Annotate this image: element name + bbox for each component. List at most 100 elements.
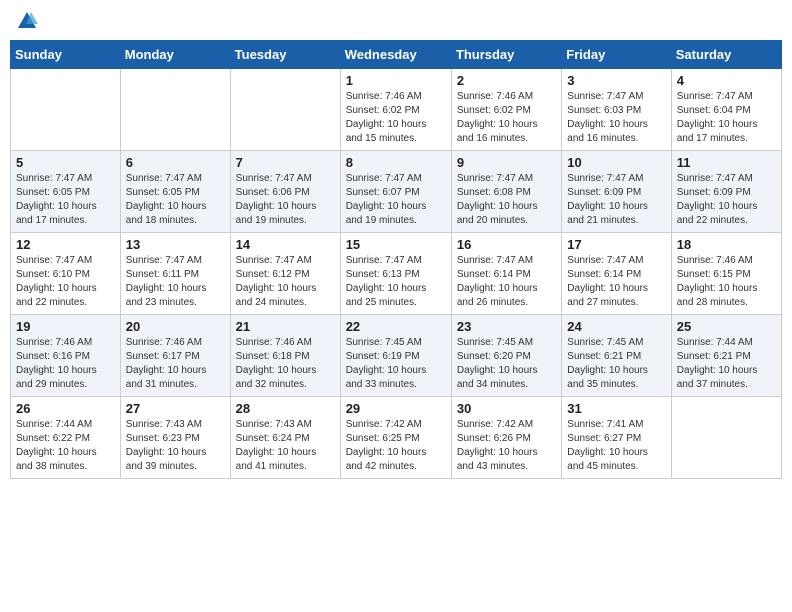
- day-info: Sunrise: 7:44 AM Sunset: 6:22 PM Dayligh…: [16, 418, 115, 474]
- day-number: 7: [236, 155, 335, 170]
- calendar-cell: 1 Sunrise: 7:46 AM Sunset: 6:02 PM Daylig…: [340, 69, 451, 151]
- day-info: Sunrise: 7:47 AM Sunset: 6:14 PM Dayligh…: [457, 254, 556, 310]
- day-info: Sunrise: 7:46 AM Sunset: 6:02 PM Dayligh…: [457, 90, 556, 146]
- calendar-header-row: SundayMondayTuesdayWednesdayThursdayFrid…: [11, 41, 782, 69]
- day-info: Sunrise: 7:47 AM Sunset: 6:09 PM Dayligh…: [677, 172, 776, 228]
- calendar-cell: 20Sunrise: 7:46 AM Sunset: 6:17 PM Dayli…: [120, 315, 230, 397]
- calendar-cell: 8 Sunrise: 7:47 AM Sunset: 6:07 PM Daylig…: [340, 151, 451, 233]
- day-header-wednesday: Wednesday: [340, 41, 451, 69]
- calendar-cell: 10Sunrise: 7:47 AM Sunset: 6:09 PM Dayli…: [562, 151, 671, 233]
- calendar-cell: 12 Sunrise: 7:47 AM Sunset: 6:10 PM Dayli…: [11, 233, 121, 315]
- day-info: Sunrise: 7:45 AM Sunset: 6:21 PM Dayligh…: [567, 336, 665, 392]
- calendar-cell: 27 Sunrise: 7:43 AM Sunset: 6:23 PM Dayli…: [120, 397, 230, 479]
- calendar-cell: 16 Sunrise: 7:47 AM Sunset: 6:14 PM Dayli…: [451, 233, 561, 315]
- day-info: Sunrise: 7:47 AM Sunset: 6:06 PM Dayligh…: [236, 172, 335, 228]
- day-header-sunday: Sunday: [11, 41, 121, 69]
- day-number: 2: [457, 73, 556, 88]
- logo-icon: [16, 10, 38, 32]
- day-number: 24: [567, 319, 665, 334]
- day-number: 5: [16, 155, 115, 170]
- day-number: 11: [677, 155, 776, 170]
- day-info: Sunrise: 7:47 AM Sunset: 6:10 PM Dayligh…: [16, 254, 115, 310]
- calendar-week-row: 26 Sunrise: 7:44 AM Sunset: 6:22 PM Dayli…: [11, 397, 782, 479]
- day-info: Sunrise: 7:44 AM Sunset: 6:21 PM Dayligh…: [677, 336, 776, 392]
- day-number: 10: [567, 155, 665, 170]
- calendar-week-row: 5 Sunrise: 7:47 AM Sunset: 6:05 PM Daylig…: [11, 151, 782, 233]
- calendar-cell: 7 Sunrise: 7:47 AM Sunset: 6:06 PM Daylig…: [230, 151, 340, 233]
- calendar-cell: 15 Sunrise: 7:47 AM Sunset: 6:13 PM Dayli…: [340, 233, 451, 315]
- page-header: [10, 10, 782, 32]
- day-number: 18: [677, 237, 776, 252]
- day-number: 15: [346, 237, 446, 252]
- calendar-week-row: 1 Sunrise: 7:46 AM Sunset: 6:02 PM Daylig…: [11, 69, 782, 151]
- day-number: 12: [16, 237, 115, 252]
- calendar-cell: [230, 69, 340, 151]
- day-number: 1: [346, 73, 446, 88]
- day-info: Sunrise: 7:47 AM Sunset: 6:12 PM Dayligh…: [236, 254, 335, 310]
- calendar-cell: 3 Sunrise: 7:47 AM Sunset: 6:03 PM Daylig…: [562, 69, 671, 151]
- calendar-cell: 11 Sunrise: 7:47 AM Sunset: 6:09 PM Dayli…: [671, 151, 781, 233]
- logo: [14, 10, 40, 32]
- day-number: 4: [677, 73, 776, 88]
- day-number: 9: [457, 155, 556, 170]
- calendar-cell: 23 Sunrise: 7:45 AM Sunset: 6:20 PM Dayli…: [451, 315, 561, 397]
- day-info: Sunrise: 7:47 AM Sunset: 6:07 PM Dayligh…: [346, 172, 446, 228]
- day-info: Sunrise: 7:41 AM Sunset: 6:27 PM Dayligh…: [567, 418, 665, 474]
- calendar-cell: 28 Sunrise: 7:43 AM Sunset: 6:24 PM Dayli…: [230, 397, 340, 479]
- day-number: 30: [457, 401, 556, 416]
- day-number: 20: [126, 319, 225, 334]
- day-number: 8: [346, 155, 446, 170]
- calendar-week-row: 12 Sunrise: 7:47 AM Sunset: 6:10 PM Dayli…: [11, 233, 782, 315]
- calendar-cell: 9 Sunrise: 7:47 AM Sunset: 6:08 PM Daylig…: [451, 151, 561, 233]
- day-info: Sunrise: 7:46 AM Sunset: 6:15 PM Dayligh…: [677, 254, 776, 310]
- calendar-cell: 24 Sunrise: 7:45 AM Sunset: 6:21 PM Dayli…: [562, 315, 671, 397]
- calendar-cell: [671, 397, 781, 479]
- day-header-tuesday: Tuesday: [230, 41, 340, 69]
- day-info: Sunrise: 7:43 AM Sunset: 6:24 PM Dayligh…: [236, 418, 335, 474]
- day-number: 27: [126, 401, 225, 416]
- day-number: 3: [567, 73, 665, 88]
- day-number: 28: [236, 401, 335, 416]
- day-info: Sunrise: 7:47 AM Sunset: 6:13 PM Dayligh…: [346, 254, 446, 310]
- day-info: Sunrise: 7:43 AM Sunset: 6:23 PM Dayligh…: [126, 418, 225, 474]
- day-number: 6: [126, 155, 225, 170]
- day-header-saturday: Saturday: [671, 41, 781, 69]
- calendar-cell: 25Sunrise: 7:44 AM Sunset: 6:21 PM Dayli…: [671, 315, 781, 397]
- calendar-cell: 14 Sunrise: 7:47 AM Sunset: 6:12 PM Dayli…: [230, 233, 340, 315]
- calendar-cell: 17 Sunrise: 7:47 AM Sunset: 6:14 PM Dayli…: [562, 233, 671, 315]
- day-number: 14: [236, 237, 335, 252]
- calendar-cell: 4 Sunrise: 7:47 AM Sunset: 6:04 PM Daylig…: [671, 69, 781, 151]
- day-info: Sunrise: 7:47 AM Sunset: 6:04 PM Dayligh…: [677, 90, 776, 146]
- calendar-cell: 26 Sunrise: 7:44 AM Sunset: 6:22 PM Dayli…: [11, 397, 121, 479]
- calendar-cell: 6 Sunrise: 7:47 AM Sunset: 6:05 PM Daylig…: [120, 151, 230, 233]
- calendar-cell: [120, 69, 230, 151]
- day-info: Sunrise: 7:47 AM Sunset: 6:11 PM Dayligh…: [126, 254, 225, 310]
- calendar-cell: 30Sunrise: 7:42 AM Sunset: 6:26 PM Dayli…: [451, 397, 561, 479]
- day-header-monday: Monday: [120, 41, 230, 69]
- day-number: 23: [457, 319, 556, 334]
- day-info: Sunrise: 7:45 AM Sunset: 6:20 PM Dayligh…: [457, 336, 556, 392]
- day-info: Sunrise: 7:47 AM Sunset: 6:08 PM Dayligh…: [457, 172, 556, 228]
- calendar-table: SundayMondayTuesdayWednesdayThursdayFrid…: [10, 40, 782, 479]
- calendar-cell: 2 Sunrise: 7:46 AM Sunset: 6:02 PM Daylig…: [451, 69, 561, 151]
- day-header-thursday: Thursday: [451, 41, 561, 69]
- calendar-cell: 29Sunrise: 7:42 AM Sunset: 6:25 PM Dayli…: [340, 397, 451, 479]
- day-number: 17: [567, 237, 665, 252]
- calendar-cell: 19Sunrise: 7:46 AM Sunset: 6:16 PM Dayli…: [11, 315, 121, 397]
- day-info: Sunrise: 7:47 AM Sunset: 6:05 PM Dayligh…: [16, 172, 115, 228]
- calendar-cell: [11, 69, 121, 151]
- calendar-cell: 22 Sunrise: 7:45 AM Sunset: 6:19 PM Dayli…: [340, 315, 451, 397]
- day-number: 26: [16, 401, 115, 416]
- calendar-cell: 13 Sunrise: 7:47 AM Sunset: 6:11 PM Dayli…: [120, 233, 230, 315]
- day-info: Sunrise: 7:47 AM Sunset: 6:03 PM Dayligh…: [567, 90, 665, 146]
- calendar-week-row: 19Sunrise: 7:46 AM Sunset: 6:16 PM Dayli…: [11, 315, 782, 397]
- day-number: 21: [236, 319, 335, 334]
- day-number: 13: [126, 237, 225, 252]
- day-info: Sunrise: 7:47 AM Sunset: 6:05 PM Dayligh…: [126, 172, 225, 228]
- day-info: Sunrise: 7:45 AM Sunset: 6:19 PM Dayligh…: [346, 336, 446, 392]
- day-number: 16: [457, 237, 556, 252]
- day-info: Sunrise: 7:46 AM Sunset: 6:18 PM Dayligh…: [236, 336, 335, 392]
- day-number: 22: [346, 319, 446, 334]
- day-info: Sunrise: 7:47 AM Sunset: 6:14 PM Dayligh…: [567, 254, 665, 310]
- day-info: Sunrise: 7:46 AM Sunset: 6:02 PM Dayligh…: [346, 90, 446, 146]
